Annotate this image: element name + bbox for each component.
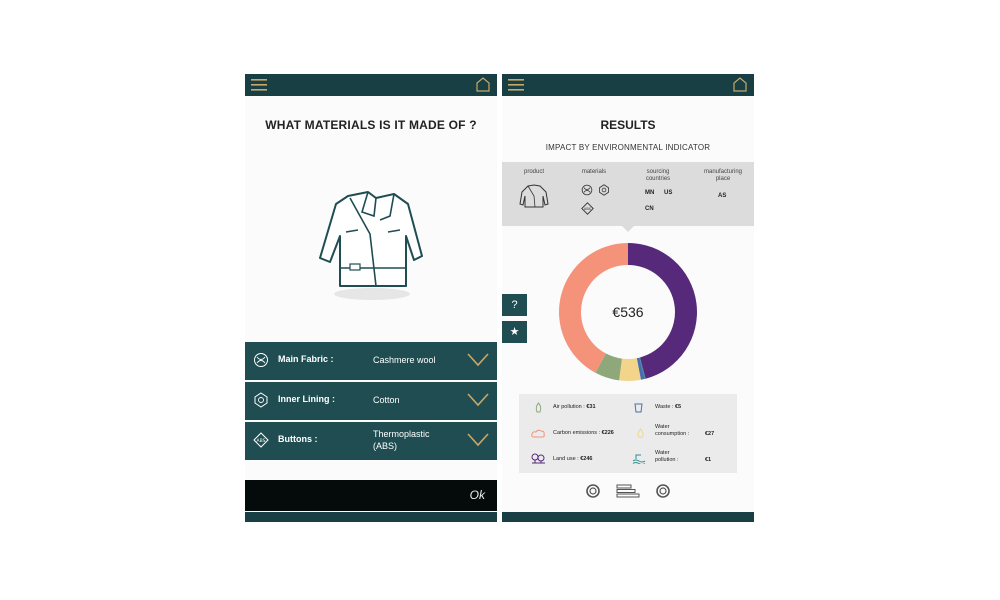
menu-icon[interactable] xyxy=(251,78,267,92)
cloud-icon xyxy=(531,429,545,438)
air-pollution-icon xyxy=(535,402,542,413)
jacket-icon xyxy=(519,184,549,208)
top-bar xyxy=(245,74,497,96)
materials-header: materials xyxy=(581,169,607,175)
product-header: product xyxy=(523,169,544,175)
water-pollution-value: €1 xyxy=(705,457,712,463)
results-screen: RESULTS IMPACT BY ENVIRONMENTAL INDICATO… xyxy=(502,74,754,522)
material-value: Thermoplastic (ABS) xyxy=(373,429,430,451)
chevron-down-icon[interactable] xyxy=(467,433,489,447)
material-value: Cashmere wool xyxy=(373,355,436,365)
top-bar xyxy=(502,74,754,96)
main-fabric-icon xyxy=(254,353,268,367)
material-row-main-fabric[interactable]: Main Fabric : Cashmere wool xyxy=(245,342,497,380)
material-row-buttons[interactable]: ABS Buttons : Thermoplastic (ABS) xyxy=(245,422,497,460)
country-code: MN xyxy=(645,190,655,196)
favorite-button[interactable]: ★ xyxy=(502,321,527,343)
main-fabric-icon xyxy=(581,184,593,196)
water-consumption-item: Water consumption : xyxy=(655,424,690,437)
material-value: Cotton xyxy=(373,395,400,405)
summary-pointer xyxy=(622,226,634,232)
home-icon[interactable] xyxy=(476,77,490,92)
product-summary: product materials ABS sourcing countries … xyxy=(502,162,754,226)
page-title: WHAT MATERIALS IS IT MADE OF ? xyxy=(265,118,477,132)
bottom-bar xyxy=(245,512,497,522)
abs-badge-icon: ABS xyxy=(581,202,594,215)
inner-lining-icon xyxy=(599,184,609,196)
manufacturing-code: AS xyxy=(718,193,727,199)
chevron-down-icon[interactable] xyxy=(467,353,489,367)
material-label: Main Fabric : xyxy=(278,354,334,364)
page-subtitle: IMPACT BY ENVIRONMENTAL INDICATOR xyxy=(545,143,711,152)
indicator-legend: Air pollution : €31 Waste : €5 Carbon em… xyxy=(519,394,737,473)
circle-view-alt-icon[interactable] xyxy=(656,484,670,498)
water-drop-icon xyxy=(637,428,644,438)
waste-item: Waste : €5 xyxy=(655,404,682,410)
waste-icon xyxy=(634,403,643,413)
manufacturing-header: manufacturing place xyxy=(703,169,743,182)
air-pollution-item: Air pollution : €31 xyxy=(553,404,596,410)
bar-view-icon[interactable] xyxy=(616,484,640,498)
impact-donut-chart: €536 xyxy=(559,243,697,381)
material-label: Inner Lining : xyxy=(278,394,335,404)
land-use-item: Land use : €246 xyxy=(553,456,593,462)
country-code: CN xyxy=(645,206,654,212)
svg-text:ABS: ABS xyxy=(584,207,592,211)
water-pollution-item: Water pollution : xyxy=(655,450,679,463)
water-pollution-icon xyxy=(632,454,646,464)
total-cost: €536 xyxy=(612,304,643,320)
material-row-inner-lining[interactable]: Inner Lining : Cotton xyxy=(245,382,497,420)
bottom-bar xyxy=(502,512,754,522)
menu-icon[interactable] xyxy=(508,78,524,92)
home-icon[interactable] xyxy=(733,77,747,92)
ok-bar: Ok xyxy=(245,480,497,511)
jacket-illustration xyxy=(319,191,423,300)
carbon-emissions-item: Carbon emissions : €226 xyxy=(553,430,614,436)
inner-lining-icon xyxy=(254,392,268,408)
circle-view-icon[interactable] xyxy=(586,484,600,498)
sourcing-header: sourcing countries xyxy=(645,169,671,182)
land-use-icon xyxy=(531,453,545,464)
svg-text:ABS: ABS xyxy=(257,438,266,444)
help-button[interactable]: ? xyxy=(502,294,527,316)
chevron-down-icon[interactable] xyxy=(467,393,489,407)
country-code: US xyxy=(664,190,673,196)
page-title: RESULTS xyxy=(600,118,656,132)
material-label: Buttons : xyxy=(278,434,318,444)
ok-button[interactable]: Ok xyxy=(470,488,485,502)
water-consumption-value: €27 xyxy=(705,431,715,437)
abs-badge-icon: ABS xyxy=(253,432,269,448)
materials-screen: WHAT MATERIALS IS IT MADE OF ? Main Fabr… xyxy=(245,74,497,522)
